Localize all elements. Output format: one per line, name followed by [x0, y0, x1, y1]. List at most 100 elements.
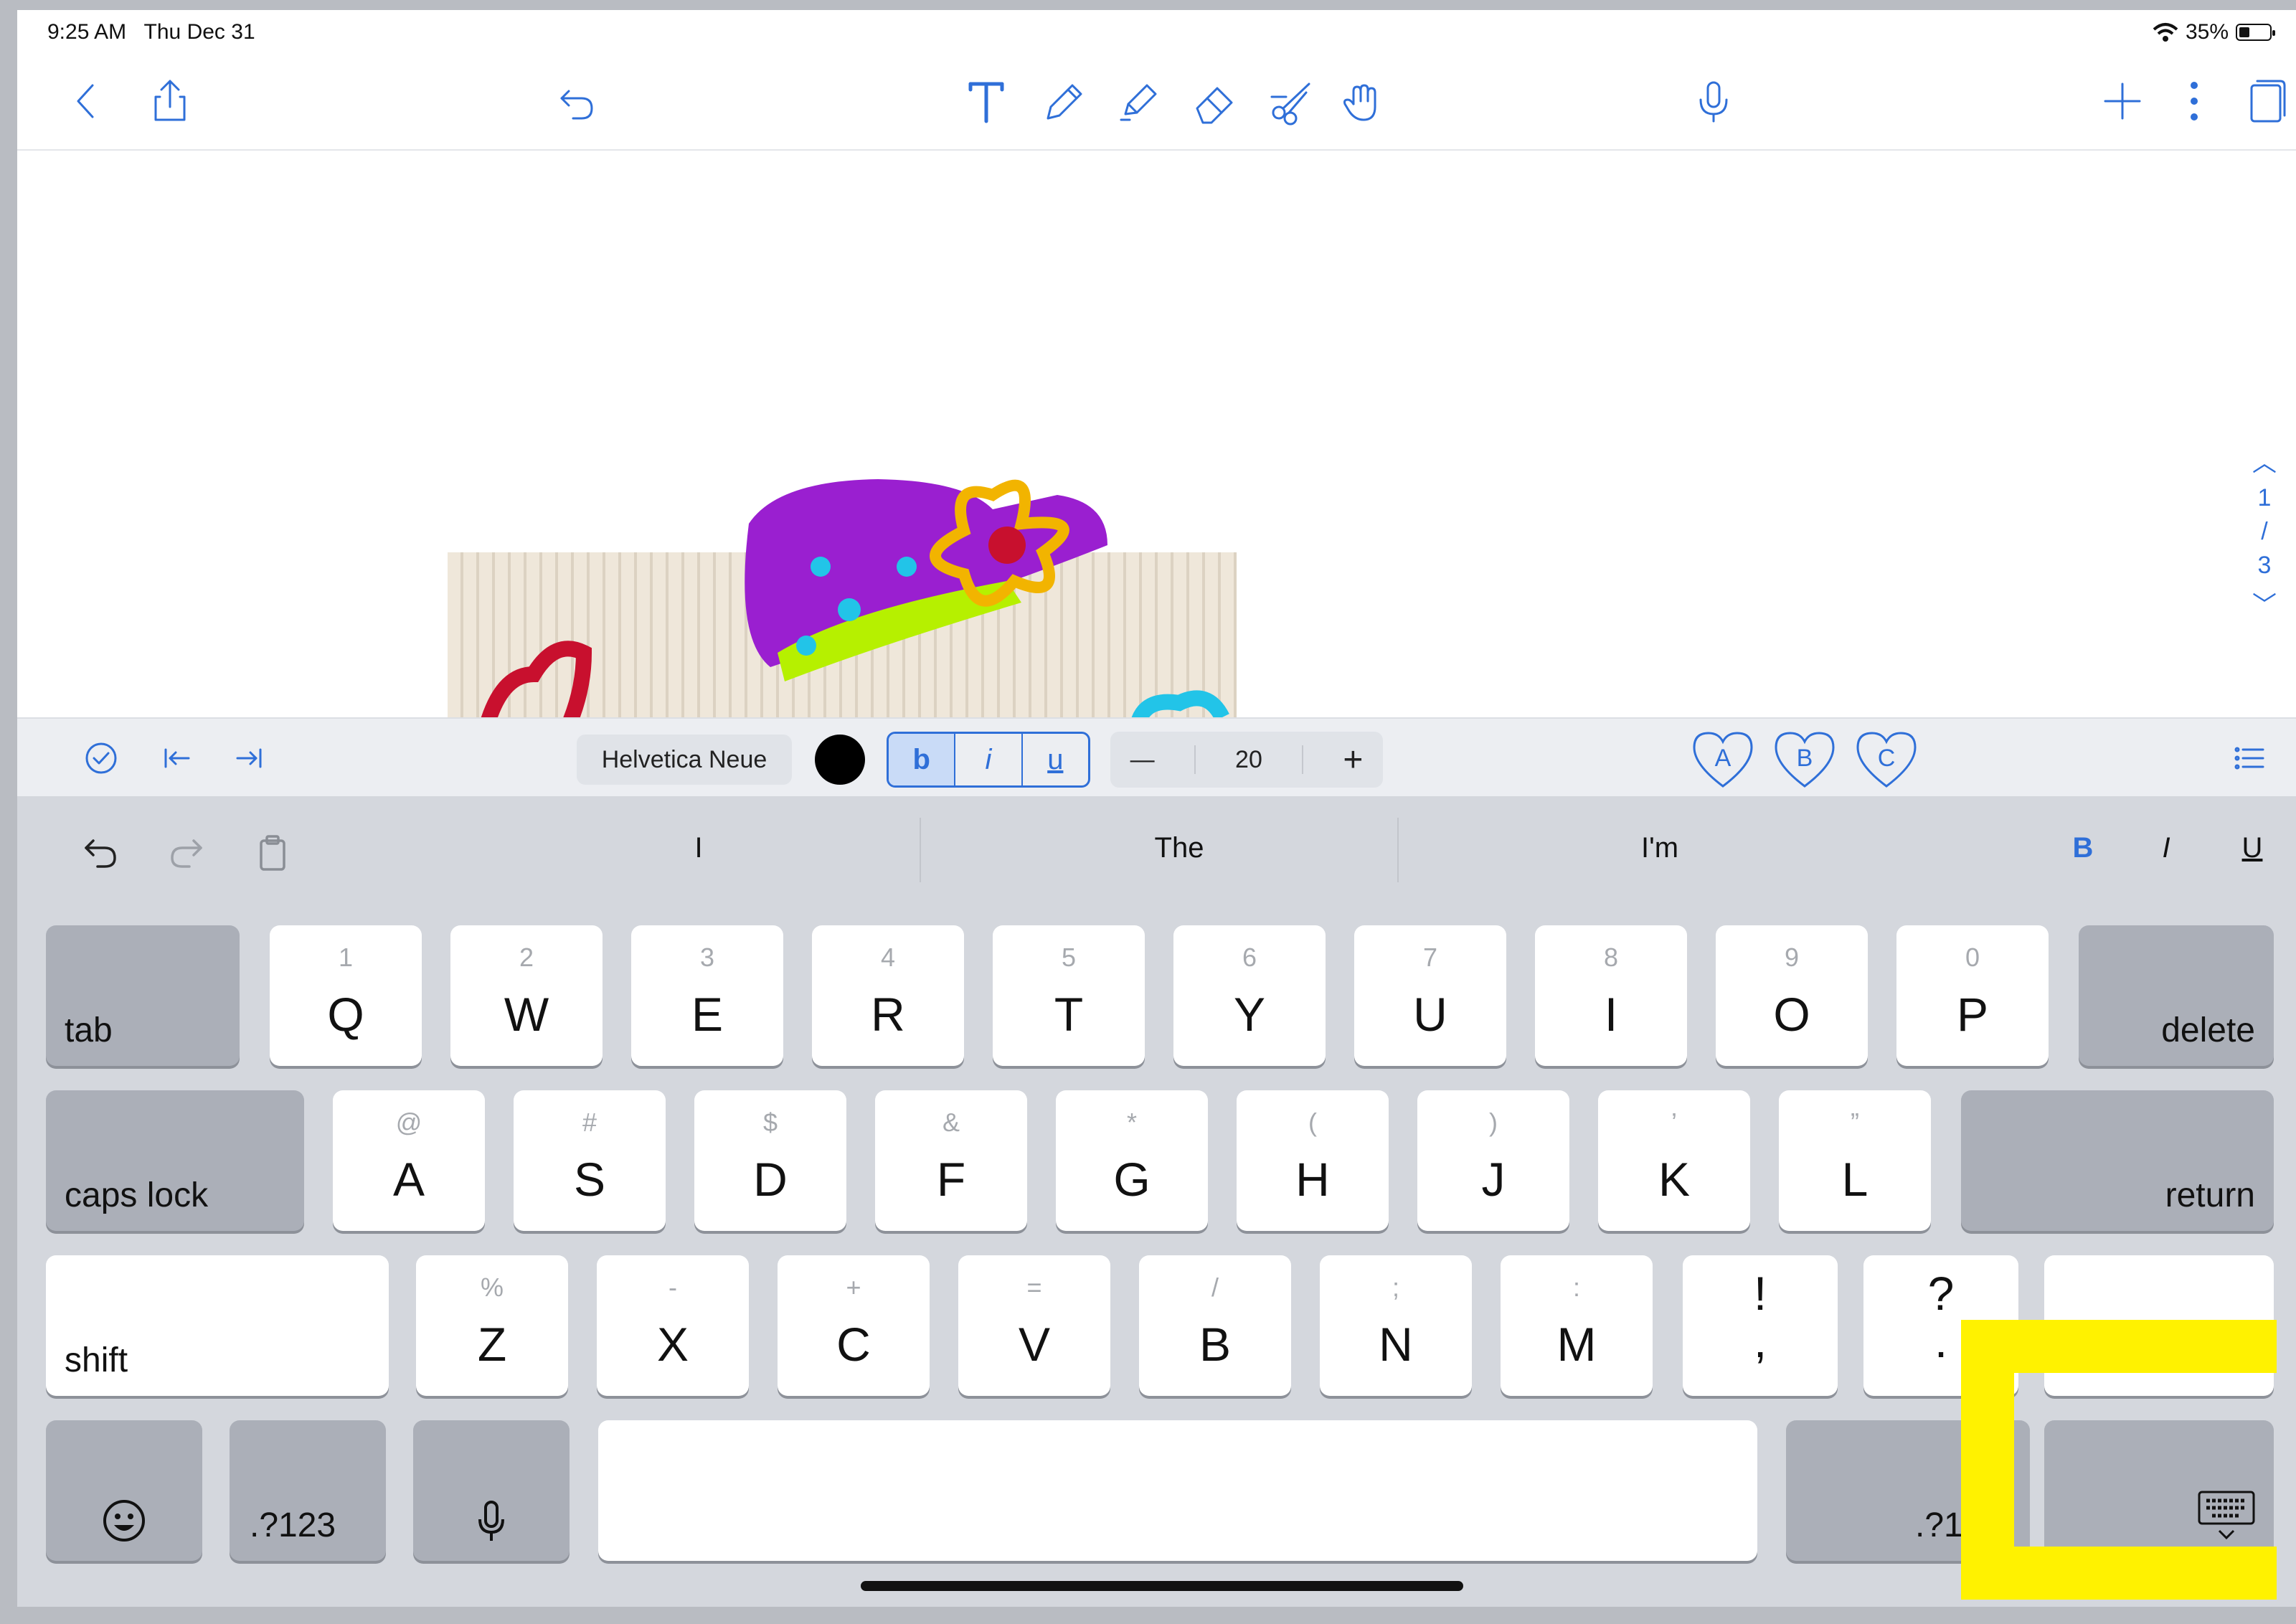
emoji-key[interactable] — [46, 1420, 202, 1561]
app-toolbar — [17, 55, 2296, 151]
key-g[interactable]: * G — [1056, 1090, 1208, 1231]
key-char: R — [871, 988, 905, 1041]
list-icon[interactable] — [2226, 736, 2271, 780]
check-circle-icon[interactable] — [79, 736, 123, 780]
microphone-icon[interactable] — [1681, 69, 1746, 133]
key-char: F — [936, 1153, 966, 1206]
space-bar[interactable] — [598, 1420, 1757, 1561]
key-n[interactable]: ; N — [1320, 1255, 1472, 1396]
key-p[interactable]: 0P — [1896, 925, 2049, 1066]
scissors-icon[interactable] — [1258, 69, 1323, 133]
prediction-2[interactable]: The — [971, 832, 1387, 864]
italic-toggle[interactable]: i — [955, 734, 1023, 785]
key-a[interactable]: @ A — [333, 1090, 485, 1231]
key-v[interactable]: = V — [958, 1255, 1110, 1396]
key-s[interactable]: # S — [514, 1090, 666, 1231]
key-h[interactable]: (H — [1237, 1090, 1389, 1231]
key-alt-char: - — [669, 1273, 677, 1302]
key-w[interactable]: 2W — [450, 925, 603, 1066]
pen-icon[interactable] — [1030, 69, 1095, 133]
key-u[interactable]: 7U — [1354, 925, 1506, 1066]
key-alt-char: 4 — [880, 943, 896, 972]
font-family-button[interactable]: Helvetica Neue — [577, 735, 792, 785]
key-b[interactable]: / B — [1139, 1255, 1291, 1396]
back-icon[interactable] — [55, 69, 119, 133]
eraser-icon[interactable] — [1182, 69, 1247, 133]
key-k[interactable]: ’ K — [1598, 1090, 1750, 1231]
keyboard-italic-button[interactable]: I — [2137, 832, 2195, 864]
page-down-icon[interactable]: ﹀ — [2243, 585, 2286, 620]
caps-lock-key[interactable]: caps lock — [46, 1090, 304, 1231]
text-color-swatch[interactable] — [815, 735, 865, 785]
keyboard-underline-button[interactable]: U — [2224, 832, 2281, 864]
key-j[interactable]: ) J — [1417, 1090, 1569, 1231]
keyboard-redo-icon[interactable] — [158, 823, 215, 881]
key-char: H — [1295, 1153, 1330, 1206]
key-alt-char: * — [1126, 1108, 1137, 1137]
favorite-style-b-label: B — [1797, 745, 1813, 772]
key-char: B — [1199, 1318, 1232, 1371]
font-size-control: — 20 + — [1110, 732, 1383, 788]
key-o[interactable]: 9O — [1716, 925, 1868, 1066]
plus-icon[interactable] — [2090, 69, 2155, 133]
outdent-icon[interactable] — [153, 736, 198, 780]
key-alt-char: @ — [395, 1108, 422, 1137]
favorite-style-b[interactable]: B — [1770, 727, 1839, 792]
key-e[interactable]: 3E — [631, 925, 783, 1066]
highlighter-icon[interactable] — [1106, 69, 1171, 133]
delete-key[interactable]: delete — [2079, 925, 2274, 1066]
key-c[interactable]: + C — [778, 1255, 930, 1396]
note-canvas[interactable]: ︿ 1 / 3 ﹀ — [17, 151, 2296, 717]
key-alt-char: 0 — [1965, 943, 1980, 972]
key-char: E — [691, 988, 724, 1041]
key-r[interactable]: 4R — [812, 925, 964, 1066]
keyboard-bold-button[interactable]: B — [2054, 832, 2112, 864]
key-char: S — [573, 1153, 606, 1206]
key-alt-char: # — [582, 1108, 597, 1137]
paste-icon[interactable] — [244, 823, 301, 881]
key-alt-char: 3 — [699, 943, 715, 972]
font-size-increase[interactable]: + — [1343, 740, 1363, 780]
key-y[interactable]: 6Y — [1173, 925, 1326, 1066]
share-icon[interactable] — [138, 69, 202, 133]
key-char: I — [1604, 988, 1618, 1041]
home-indicator[interactable] — [861, 1581, 1463, 1591]
numbers-key[interactable]: .?123 — [230, 1420, 386, 1561]
page-up-icon[interactable]: ︿ — [2243, 443, 2286, 478]
key-m[interactable]: :M — [1501, 1255, 1653, 1396]
bold-toggle[interactable]: b — [889, 734, 956, 785]
return-key[interactable]: return — [1961, 1090, 2274, 1231]
exclamation-comma-key[interactable]: ! , — [1683, 1255, 1838, 1396]
font-size-decrease[interactable]: — — [1130, 746, 1155, 774]
underline-toggle[interactable]: u — [1023, 734, 1088, 785]
key-t[interactable]: 5T — [993, 925, 1145, 1066]
key-d[interactable]: $ D — [694, 1090, 846, 1231]
favorite-style-c[interactable]: C — [1852, 727, 1921, 792]
dictation-key[interactable] — [413, 1420, 570, 1561]
key-char: Z — [477, 1318, 507, 1371]
prediction-1[interactable]: I — [505, 832, 892, 864]
key-x[interactable]: -X — [597, 1255, 749, 1396]
key-z[interactable]: % Z — [416, 1255, 568, 1396]
battery-icon — [2236, 24, 2275, 41]
indent-icon[interactable] — [228, 736, 273, 780]
more-icon[interactable] — [2162, 69, 2226, 133]
favorite-style-a[interactable]: A — [1688, 727, 1757, 792]
text-tool-icon[interactable] — [954, 69, 1019, 133]
prediction-3[interactable]: I'm — [1445, 832, 1875, 864]
key-alt-char: : — [1572, 1273, 1580, 1302]
key-char: N — [1379, 1318, 1413, 1371]
status-bar: 9:25 AM Thu Dec 31 35% — [17, 10, 2296, 55]
key-alt-char: 5 — [1061, 943, 1077, 972]
keyboard-undo-icon[interactable] — [72, 823, 129, 881]
shift-key-left[interactable]: shift — [46, 1255, 389, 1396]
pages-icon[interactable] — [2234, 69, 2296, 133]
battery-percent: 35% — [2185, 20, 2229, 44]
key-i[interactable]: 8I — [1535, 925, 1687, 1066]
tab-key[interactable]: tab — [46, 925, 240, 1066]
key-l[interactable]: ” L — [1779, 1090, 1931, 1231]
key-q[interactable]: 1Q — [270, 925, 422, 1066]
undo-icon[interactable] — [545, 69, 610, 133]
key-f[interactable]: & F — [875, 1090, 1027, 1231]
hand-icon[interactable] — [1331, 69, 1396, 133]
